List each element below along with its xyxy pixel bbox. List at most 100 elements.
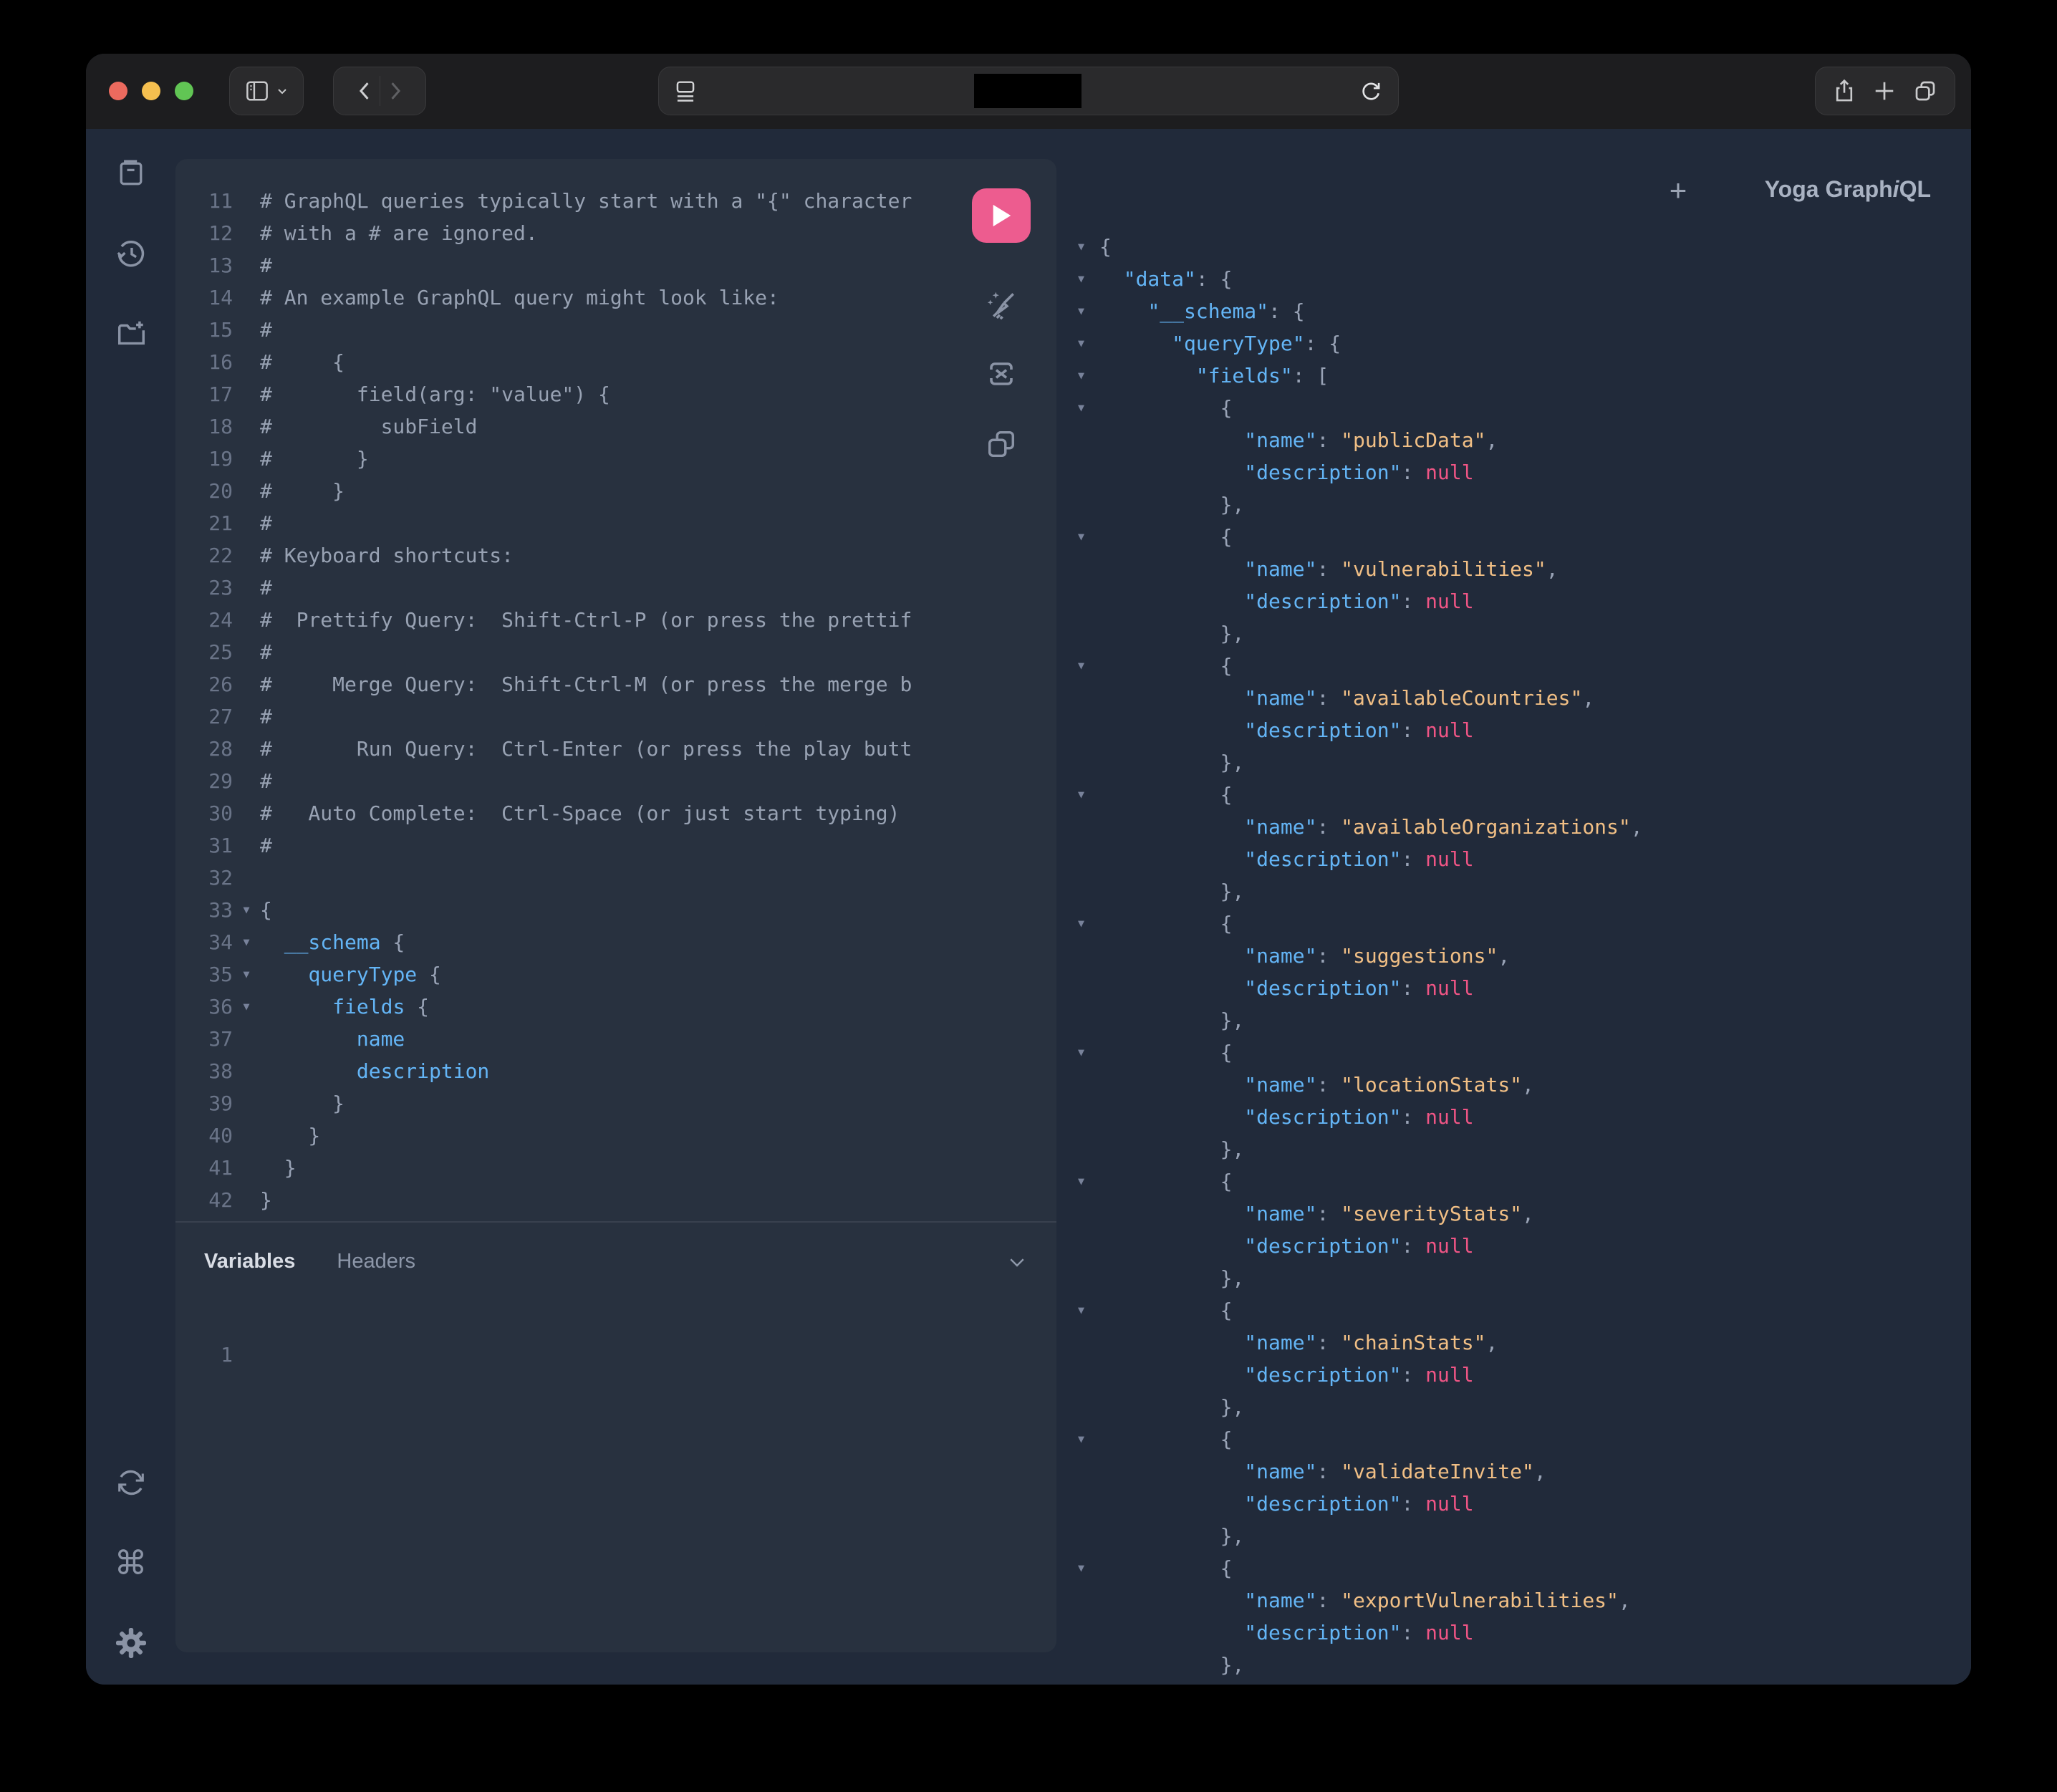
fold-toggle-icon[interactable]: ▼ [1078, 231, 1099, 263]
code-text: # [260, 636, 272, 668]
json-text: "name": "validateInvite", [1099, 1455, 1546, 1488]
folder-plus-icon[interactable] [114, 317, 148, 351]
secondary-editor-section: Variables Headers 1 [175, 1221, 1056, 1652]
fold-toggle-icon[interactable]: ▼ [1078, 1552, 1099, 1584]
editor-line: 26# Merge Query: Shift-Ctrl-M (or press … [183, 668, 970, 700]
fold-toggle-icon[interactable]: ▼ [1078, 1165, 1099, 1198]
code-text: # [260, 700, 272, 733]
fold-toggle-icon[interactable]: ▼ [1078, 1036, 1099, 1069]
variables-editor[interactable]: 1 [183, 1339, 233, 1371]
json-text: "name": "chainStats", [1099, 1326, 1498, 1359]
execute-query-button[interactable] [972, 188, 1031, 243]
line-number: 17 [183, 378, 233, 410]
fold-toggle-icon[interactable]: ▼ [233, 991, 260, 1023]
fold-toggle-icon[interactable]: ▼ [1078, 779, 1099, 811]
json-text: "data": { [1099, 263, 1232, 295]
line-number: 42 [183, 1184, 233, 1216]
reload-button[interactable] [1359, 79, 1382, 103]
line-number: 25 [183, 636, 233, 668]
graphiql-logo: Yoga GraphiQL [1765, 176, 1931, 203]
merge-icon[interactable] [983, 356, 1019, 392]
tab-headers[interactable]: Headers [337, 1250, 415, 1273]
nav-buttons [333, 67, 426, 115]
editor-line: 42} [183, 1184, 970, 1216]
collapse-chevron-icon[interactable] [1006, 1251, 1028, 1273]
back-button[interactable] [355, 80, 372, 102]
tab-overview-button[interactable] [1914, 80, 1937, 102]
json-text: }, [1099, 1649, 1244, 1681]
response-line: "description": null [1078, 1359, 1643, 1391]
history-icon[interactable] [114, 236, 148, 271]
line-number: 23 [183, 572, 233, 604]
code-text: # } [260, 443, 369, 475]
fold-toggle-icon[interactable]: ▼ [1078, 650, 1099, 682]
keyboard-shortcuts-icon[interactable]: ⌘ [114, 1546, 148, 1580]
response-line: ▼{ [1078, 231, 1643, 263]
query-editor[interactable]: 11# GraphQL queries typically start with… [183, 185, 970, 1216]
address-bar[interactable] [658, 67, 1399, 115]
window-minimize-button[interactable] [142, 82, 160, 100]
json-text: "name": "availableOrganizations", [1099, 811, 1643, 843]
response-line: }, [1078, 1391, 1643, 1423]
settings-icon[interactable] [114, 1626, 148, 1660]
graphiql-app: ⌘ 11# GraphQL qu [86, 129, 1971, 1685]
fold-toggle-icon[interactable]: ▼ [1078, 1294, 1099, 1326]
line-number: 24 [183, 604, 233, 636]
response-line: "name": "publicData", [1078, 424, 1643, 456]
code-text: # { [260, 346, 345, 378]
json-text: { [1099, 231, 1112, 263]
new-tab-button[interactable] [1874, 80, 1895, 102]
fold-toggle-icon[interactable]: ▼ [1078, 907, 1099, 940]
fold-toggle-icon[interactable]: ▼ [233, 958, 260, 991]
docs-icon[interactable] [114, 156, 148, 191]
line-number: 28 [183, 733, 233, 765]
editor-line: 13# [183, 249, 970, 281]
fold-toggle-icon[interactable]: ▼ [1078, 263, 1099, 295]
json-text: "description": null [1099, 456, 1474, 488]
fold-toggle-icon[interactable]: ▼ [1078, 1423, 1099, 1455]
reader-icon[interactable] [675, 80, 696, 102]
response-line: "name": "severityStats", [1078, 1198, 1643, 1230]
forward-button[interactable] [387, 80, 405, 102]
add-tab-button[interactable]: + [1661, 173, 1695, 208]
fold-toggle-icon[interactable]: ▼ [1078, 392, 1099, 424]
response-json: ▼{▼ "data": {▼ "__schema": {▼ "queryType… [1078, 231, 1643, 1681]
fold-toggle-icon[interactable]: ▼ [1078, 360, 1099, 392]
line-number: 32 [183, 862, 233, 894]
response-line: }, [1078, 1133, 1643, 1165]
json-text: "description": null [1099, 714, 1474, 746]
sidebar-toggle-button[interactable] [229, 67, 304, 115]
code-text: # [260, 765, 272, 797]
share-button[interactable] [1834, 79, 1855, 103]
editor-line: 35▼ queryType { [183, 958, 970, 991]
fold-toggle-icon[interactable]: ▼ [233, 894, 260, 926]
code-text: # field(arg: "value") { [260, 378, 610, 410]
prettify-icon[interactable] [983, 287, 1019, 323]
json-text: "fields": [ [1099, 360, 1329, 392]
response-line: "name": "availableOrganizations", [1078, 811, 1643, 843]
line-number: 21 [183, 507, 233, 539]
fold-toggle-icon[interactable]: ▼ [1078, 521, 1099, 553]
response-panel: + Yoga GraphiQL ▼{▼ "data": {▼ "__schema… [1056, 129, 1971, 1685]
tab-variables[interactable]: Variables [204, 1250, 295, 1273]
json-text: "description": null [1099, 1617, 1474, 1649]
line-number: 11 [183, 185, 233, 217]
fold-toggle-icon[interactable]: ▼ [233, 926, 260, 958]
response-line: ▼ "queryType": { [1078, 327, 1643, 360]
line-number: 33 [183, 894, 233, 926]
line-number: 12 [183, 217, 233, 249]
json-text: }, [1099, 1391, 1244, 1423]
fold-toggle-icon[interactable]: ▼ [1078, 295, 1099, 327]
json-text: { [1099, 1552, 1232, 1584]
copy-icon[interactable] [983, 426, 1019, 462]
fold-toggle-icon[interactable]: ▼ [1078, 327, 1099, 360]
window-zoom-button[interactable] [175, 82, 193, 100]
window-close-button[interactable] [109, 82, 127, 100]
response-line: ▼ { [1078, 1294, 1643, 1326]
browser-toolbar [86, 54, 1971, 130]
code-text: { [260, 894, 272, 926]
refetch-icon[interactable] [114, 1465, 148, 1500]
editor-line: 15# [183, 314, 970, 346]
response-line: "name": "exportVulnerabilities", [1078, 1584, 1643, 1617]
line-number: 35 [183, 958, 233, 991]
